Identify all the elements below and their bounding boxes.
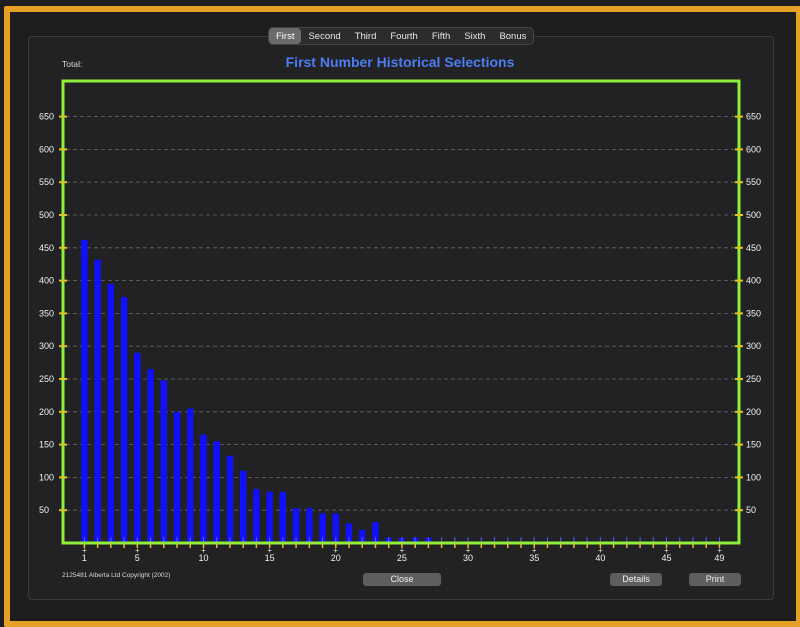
- y-tick-label-right: 600: [746, 144, 761, 154]
- bar-2: [94, 259, 101, 543]
- y-tick-label-left: 50: [39, 505, 49, 515]
- y-tick-label-right: 250: [746, 374, 761, 384]
- y-tick-label-right: 50: [746, 505, 756, 515]
- y-tick-label-left: 550: [39, 177, 54, 187]
- bar-12: [226, 455, 234, 543]
- bar-7: [160, 380, 167, 543]
- bar-9: [187, 408, 194, 543]
- bar-13: [239, 470, 247, 543]
- bar-10: [200, 434, 207, 543]
- histogram-chart: 50 50 100 100 150 150 200 200 250 250 300 300 350 350…: [39, 79, 761, 563]
- y-tick-label-right: 150: [746, 440, 761, 450]
- bar-11: [213, 441, 220, 543]
- close-button[interactable]: Close: [363, 573, 441, 586]
- y-tick-label-left: 200: [39, 407, 54, 417]
- x-tick-label: 5: [135, 553, 140, 563]
- y-tick-label-right: 300: [746, 341, 761, 351]
- y-tick-label-left: 150: [39, 440, 54, 450]
- y-tick-label-right: 650: [746, 112, 761, 122]
- y-tick-label-left: 250: [39, 374, 54, 384]
- x-tick-label: 35: [529, 553, 539, 563]
- copyright-text: 2125481 Alberta Ltd Copyright (2002): [62, 572, 171, 579]
- y-tick-label-left: 300: [39, 341, 54, 351]
- x-tick-label: 1: [82, 553, 87, 563]
- y-tick-label-right: 400: [746, 276, 761, 286]
- bar-1: [81, 239, 88, 544]
- details-button[interactable]: Details: [610, 573, 662, 586]
- x-tick-label: 49: [714, 553, 724, 563]
- y-tick-label-right: 500: [746, 210, 761, 220]
- y-tick-label-right: 350: [746, 308, 761, 318]
- y-tick-label-left: 400: [39, 276, 54, 286]
- y-tick-label-left: 350: [39, 308, 54, 318]
- bar-16: [279, 491, 287, 543]
- x-tick-label: 10: [198, 553, 208, 563]
- y-tick-label-right: 550: [746, 177, 761, 187]
- y-tick-label-left: 650: [39, 112, 54, 122]
- y-tick-label-left: 100: [39, 472, 54, 482]
- print-button[interactable]: Print: [689, 573, 741, 586]
- y-tick-label-right: 450: [746, 243, 761, 253]
- y-tick-label-left: 600: [39, 144, 54, 154]
- y-tick-label-left: 500: [39, 210, 54, 220]
- y-tick-label-right: 100: [746, 472, 761, 482]
- x-tick-label: 40: [595, 553, 605, 563]
- bar-15: [266, 491, 273, 543]
- bar-14: [253, 489, 260, 543]
- bar-4: [120, 297, 128, 543]
- x-tick-label: 45: [662, 553, 672, 563]
- y-tick-label-left: 450: [39, 243, 54, 253]
- bar-5: [134, 352, 141, 543]
- bar-8: [173, 411, 181, 543]
- x-tick-label: 30: [463, 553, 473, 563]
- x-tick-label: 25: [397, 553, 407, 563]
- bar-3: [107, 283, 115, 543]
- bar-6: [147, 369, 154, 543]
- x-tick-label: 20: [331, 553, 341, 563]
- x-tick-label: 15: [265, 553, 275, 563]
- y-tick-label-right: 200: [746, 407, 761, 417]
